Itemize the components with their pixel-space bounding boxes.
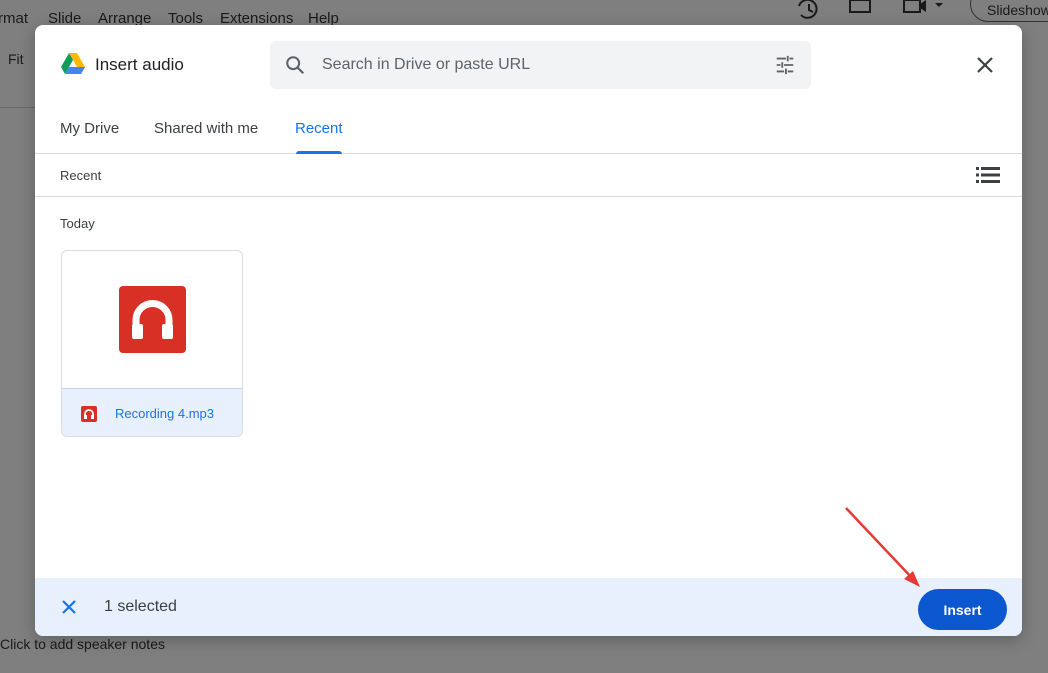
tab-recent[interactable]: Recent: [295, 120, 343, 137]
search-options-icon[interactable]: [774, 54, 796, 76]
menu-format[interactable]: rmat: [0, 10, 28, 27]
close-icon[interactable]: [973, 53, 997, 77]
search-box[interactable]: [270, 41, 811, 89]
tab-my-drive[interactable]: My Drive: [60, 120, 119, 137]
list-view-icon[interactable]: [976, 165, 1000, 185]
selected-count: 1 selected: [104, 598, 177, 615]
search-input[interactable]: [322, 51, 742, 79]
zoom-fit[interactable]: Fit: [8, 51, 24, 67]
file-card[interactable]: Recording 4.mp3: [61, 250, 243, 437]
audio-headphones-icon: [118, 286, 186, 353]
file-footer: Recording 4.mp3: [62, 388, 242, 436]
insert-audio-dialog: Insert audio My Drive Shared with me Rec…: [35, 25, 1022, 636]
toolbar-divider: [0, 107, 40, 108]
search-icon: [286, 56, 305, 75]
insert-button[interactable]: Insert: [918, 589, 1007, 630]
date-group-label: Today: [60, 216, 95, 231]
meet-icon[interactable]: [902, 0, 946, 16]
file-name: Recording 4.mp3: [115, 406, 214, 421]
source-tabs: My Drive Shared with me Recent: [35, 105, 1022, 154]
history-icon[interactable]: [796, 0, 822, 20]
google-drive-logo-icon: [61, 53, 85, 74]
speaker-notes[interactable]: Click to add speaker notes: [0, 636, 165, 652]
tab-shared-with-me[interactable]: Shared with me: [154, 120, 258, 137]
selection-footer: 1 selected Insert: [35, 578, 1022, 636]
dialog-header: Insert audio: [35, 25, 1022, 105]
slideshow-button[interactable]: Slideshow: [970, 0, 1048, 22]
file-thumbnail: [62, 251, 242, 388]
section-bar: Recent: [35, 154, 1022, 197]
audio-file-type-icon: [81, 406, 97, 422]
section-label: Recent: [60, 168, 102, 183]
comment-icon[interactable]: [848, 0, 872, 16]
dialog-title: Insert audio: [95, 55, 184, 74]
clear-selection-icon[interactable]: [60, 598, 78, 616]
